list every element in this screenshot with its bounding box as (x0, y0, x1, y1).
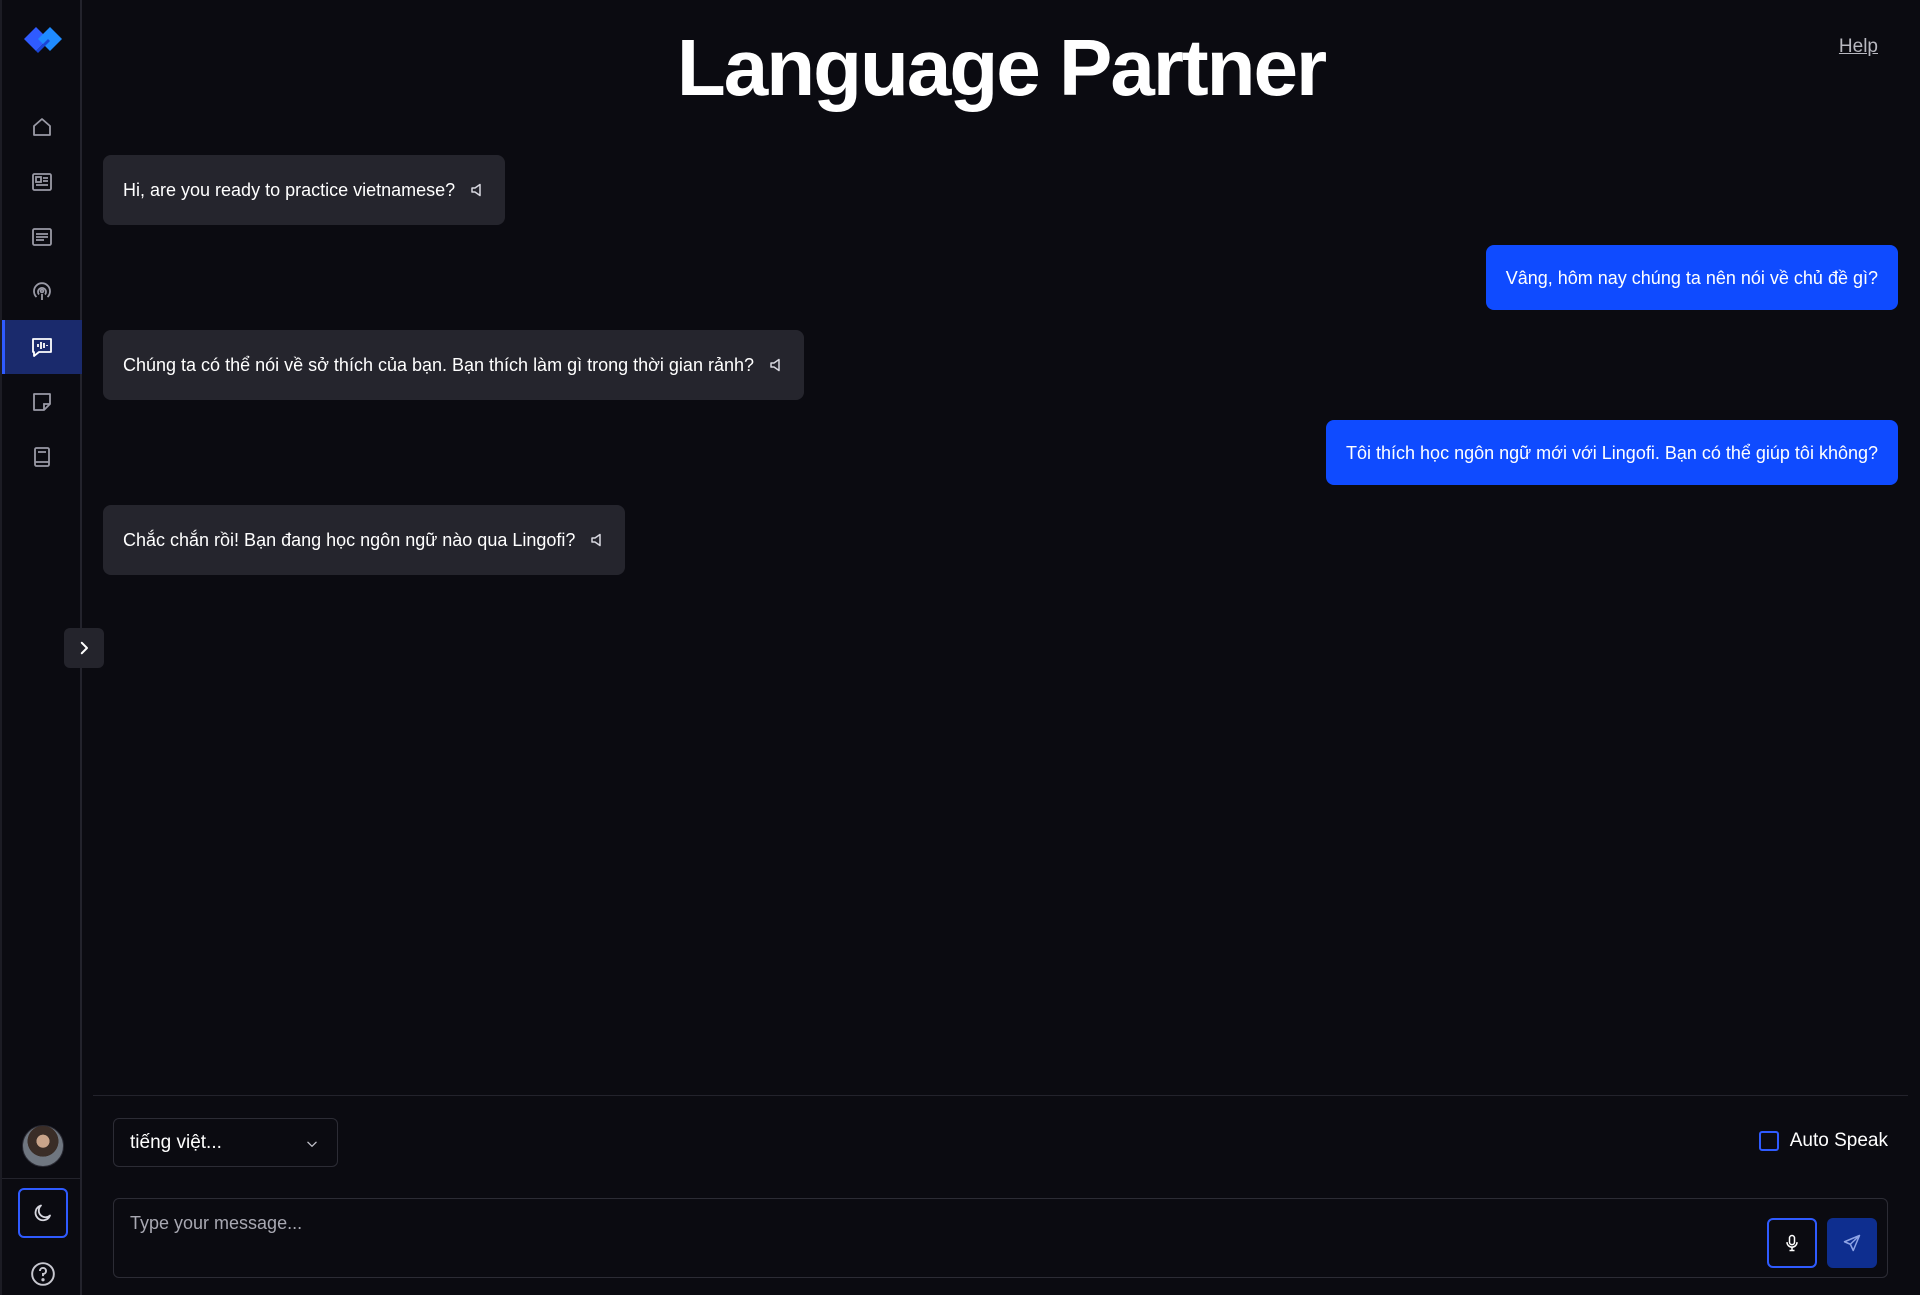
microphone-button[interactable] (1767, 1218, 1817, 1268)
sidebar-item-home[interactable] (2, 100, 82, 154)
chat-audio-icon (32, 338, 52, 357)
podcast-icon (33, 282, 51, 300)
chat-message-assistant: Chắc chắn rồi! Bạn đang học ngôn ngữ nào… (103, 505, 626, 575)
composer-divider (93, 1095, 1908, 1096)
language-select[interactable]: tiếng việt... (113, 1118, 338, 1167)
chat-message-user: Vâng, hôm nay chúng ta nên nói về chủ đề… (1485, 245, 1898, 310)
message-text: Chúng ta có thể nói về sở thích của bạn.… (123, 355, 754, 375)
home-icon (33, 118, 51, 136)
speaker-icon[interactable] (589, 532, 605, 548)
speaker-icon[interactable] (768, 357, 784, 373)
page-title: Language Partner (676, 23, 1327, 112)
sidebar-item-language-partner[interactable] (2, 320, 82, 374)
help-link[interactable]: Help (1839, 36, 1878, 58)
chat-message-assistant: Hi, are you ready to practice vietnamese… (103, 155, 506, 225)
microphone-icon (1786, 1234, 1798, 1252)
message-input[interactable] (113, 1198, 1888, 1278)
theme-toggle-button[interactable] (18, 1188, 68, 1238)
auto-speak-label: Auto Speak (1789, 1130, 1888, 1151)
send-button[interactable] (1827, 1218, 1877, 1268)
sidebar-item-dictionary[interactable] (2, 430, 82, 484)
newspaper-icon (32, 173, 52, 191)
chat-message-assistant: Chúng ta có thể nói về sở thích của bạn.… (103, 330, 804, 400)
sidebar-divider (2, 1178, 82, 1179)
sticky-note-icon (33, 393, 51, 411)
sidebar-item-news[interactable] (2, 155, 82, 209)
app-logo[interactable] (22, 20, 64, 58)
question-circle-icon (31, 1262, 55, 1286)
app-root: Language Partner Help Hi, are you ready … (0, 0, 1920, 1295)
message-text: Hi, are you ready to practice vietnamese… (123, 180, 456, 200)
sidebar-item-podcast[interactable] (2, 265, 82, 319)
language-select-value: tiếng việt... (130, 1131, 222, 1153)
message-text: Chắc chắn rồi! Bạn đang học ngôn ngữ nào… (123, 530, 576, 550)
send-icon (1843, 1234, 1861, 1252)
chevron-right-icon (80, 641, 88, 655)
sidebar-item-notes[interactable] (2, 375, 82, 429)
moon-icon (34, 1204, 51, 1222)
user-avatar[interactable] (22, 1125, 64, 1167)
sidebar-item-articles[interactable] (2, 210, 82, 264)
message-text: Tôi thích học ngôn ngữ mới với Lingofi. … (1346, 442, 1878, 463)
document-icon (32, 228, 52, 246)
chat-message-user: Tôi thích học ngôn ngữ mới với Lingofi. … (1326, 420, 1898, 485)
chevron-down-icon (305, 1135, 319, 1157)
auto-speak-toggle: Auto Speak (1758, 1130, 1888, 1152)
speaker-icon[interactable] (469, 182, 485, 198)
book-icon (34, 447, 50, 467)
expand-sidebar-button[interactable] (64, 628, 104, 668)
auto-speak-checkbox[interactable] (1758, 1131, 1779, 1151)
help-icon-button[interactable] (28, 1259, 58, 1289)
message-text: Vâng, hôm nay chúng ta nên nói về chủ đề… (1505, 267, 1878, 288)
